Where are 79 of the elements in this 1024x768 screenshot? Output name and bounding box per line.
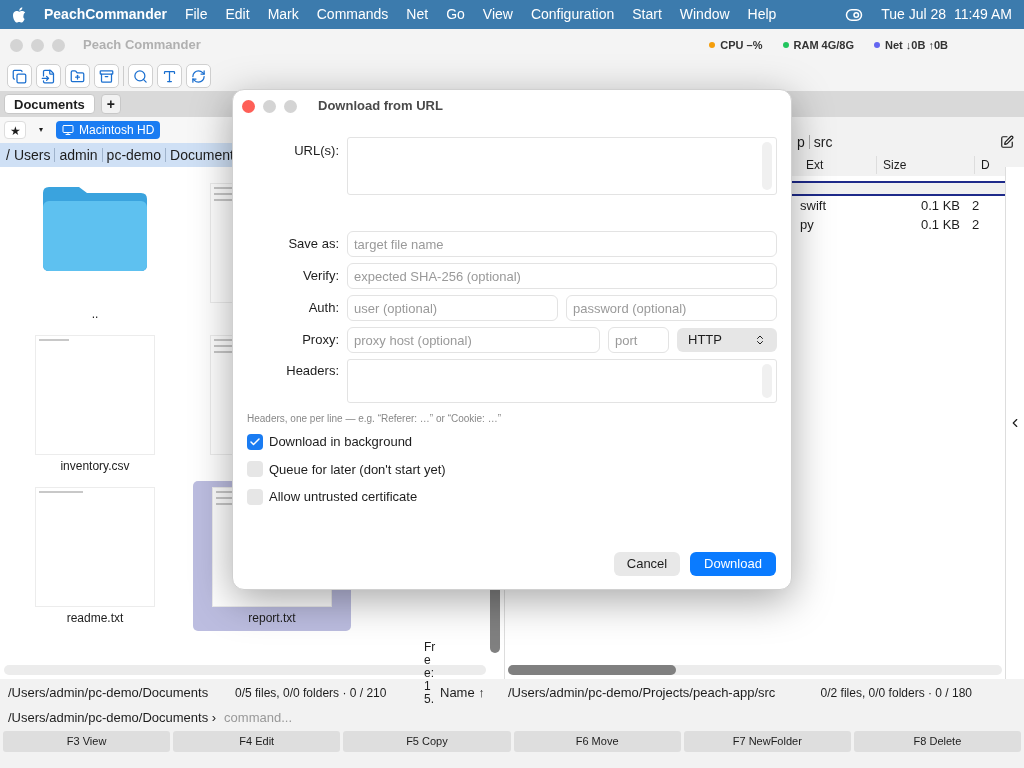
function-key-button[interactable]: F7 NewFolder: [683, 731, 851, 752]
menu-item[interactable]: File: [184, 4, 208, 25]
function-key-button[interactable]: F4 Edit: [173, 731, 341, 752]
save-as-field[interactable]: target file name: [347, 231, 777, 257]
file-name[interactable]: inventory.csv: [60, 457, 130, 475]
menu-item[interactable]: Go: [446, 4, 465, 25]
command-prompt: /Users/admin/pc-demo/Documents ›: [8, 709, 217, 728]
field-label: Proxy:: [301, 331, 339, 350]
table-cell-text: py: [800, 215, 815, 234]
favorites-button[interactable]: ★: [4, 121, 26, 139]
path-segment[interactable]: Users: [13, 144, 51, 166]
path-segment[interactable]: src: [813, 131, 833, 153]
dialog-title: Download from URL: [318, 97, 443, 116]
status-path: /Users/admin/pc-demo/Projects/peach-app/src: [507, 684, 777, 703]
menu-item[interactable]: Start: [632, 4, 662, 25]
field-label: Verify:: [301, 267, 339, 286]
file-name[interactable]: ..: [91, 305, 99, 323]
cancel-button[interactable]: Cancel: [614, 552, 680, 576]
stat-label: CPU –%: [720, 37, 763, 53]
panel-tab[interactable]: Documents: [4, 94, 95, 114]
menu-clock[interactable]: Tue Jul 28 11:49 AM: [881, 4, 1012, 25]
download-button[interactable]: Download: [690, 552, 776, 576]
window-title: Peach Commander: [83, 36, 201, 55]
menu-item[interactable]: View: [482, 4, 513, 25]
path-segment[interactable]: admin: [59, 144, 98, 166]
checkbox-label[interactable]: Queue for later (don't start yet): [269, 459, 446, 479]
command-field[interactable]: command...: [224, 708, 1016, 728]
dropdown-button[interactable]: ▾: [32, 121, 50, 139]
function-key-button[interactable]: F6 Move: [513, 731, 681, 752]
menu-item[interactable]: Net: [406, 4, 429, 25]
column-heading[interactable]: Ext: [800, 156, 876, 174]
add-tab-button[interactable]: +: [100, 94, 121, 114]
stat-label: RAM 4G/8G: [793, 37, 855, 53]
free-space-label: Free: 15.: [424, 641, 437, 706]
app-menu[interactable]: PeachCommander: [44, 4, 167, 25]
path-segment[interactable]: p: [797, 131, 805, 153]
status-path: /Users/admin/pc-demo/Documents: [7, 684, 210, 703]
file-tile[interactable]: readme.txt: [0, 481, 190, 631]
stat-label: Net ↓0B ↑0B: [885, 37, 948, 53]
table-cell-text: 2: [972, 196, 980, 215]
table-cell-text: 0.1 KB: [919, 196, 960, 215]
status-counts: 0/5 files, 0/0 folders · 0 / 210: [235, 685, 388, 702]
file-name[interactable]: readme.txt: [66, 609, 124, 627]
menu-item[interactable]: Help: [747, 4, 777, 25]
checksum-field[interactable]: expected SHA-256 (optional): [347, 263, 777, 289]
function-key-button[interactable]: F8 Delete: [853, 731, 1022, 752]
menu-item[interactable]: Mark: [267, 4, 299, 25]
port-field[interactable]: port: [608, 327, 669, 353]
sort-button[interactable]: Name ↑: [440, 683, 502, 703]
field-label: Headers:: [285, 362, 339, 380]
field-label: URL(s):: [293, 142, 339, 160]
menu-item[interactable]: Edit: [225, 4, 250, 25]
volume-button[interactable]: Macintosh HD: [56, 121, 161, 139]
path-segment[interactable]: pc-demo: [106, 144, 162, 166]
proxy-type-select[interactable]: HTTP: [677, 328, 777, 352]
file-name[interactable]: report.txt: [248, 609, 296, 627]
table-cell-text: 0.1 KB: [919, 215, 960, 234]
checkbox-label[interactable]: Download in background: [269, 432, 413, 452]
menu-item[interactable]: Window: [679, 4, 730, 25]
function-key-button[interactable]: F5 Copy: [343, 731, 511, 752]
checkbox-label[interactable]: Allow untrusted certificate: [269, 487, 418, 507]
proxy-host-field[interactable]: proxy host (optional): [347, 327, 600, 353]
menu-item[interactable]: Commands: [316, 4, 389, 25]
password-field[interactable]: password (optional): [566, 295, 777, 321]
column-heading[interactable]: Size: [876, 156, 974, 174]
status-counts: 0/2 files, 0/0 folders · 0 / 180: [819, 686, 972, 700]
field-label: Auth:: [307, 299, 339, 318]
function-key-button[interactable]: F3 View: [3, 731, 171, 752]
username-field[interactable]: user (optional): [347, 295, 558, 321]
column-heading[interactable]: D: [974, 156, 990, 174]
path-segment[interactable]: Document: [170, 144, 234, 166]
file-tile[interactable]: ..: [0, 177, 190, 327]
table-cell-text: 2: [972, 215, 980, 234]
path-segment[interactable]: /: [6, 144, 10, 166]
file-tile[interactable]: inventory.csv: [0, 329, 190, 479]
table-cell-text: swift: [800, 196, 827, 215]
headers-hint: Headers, one per line — e.g. “Referer: …” or “Cookie: …”: [247, 412, 502, 426]
field-label: Save as:: [287, 235, 339, 254]
menu-item[interactable]: Configuration: [530, 4, 615, 25]
